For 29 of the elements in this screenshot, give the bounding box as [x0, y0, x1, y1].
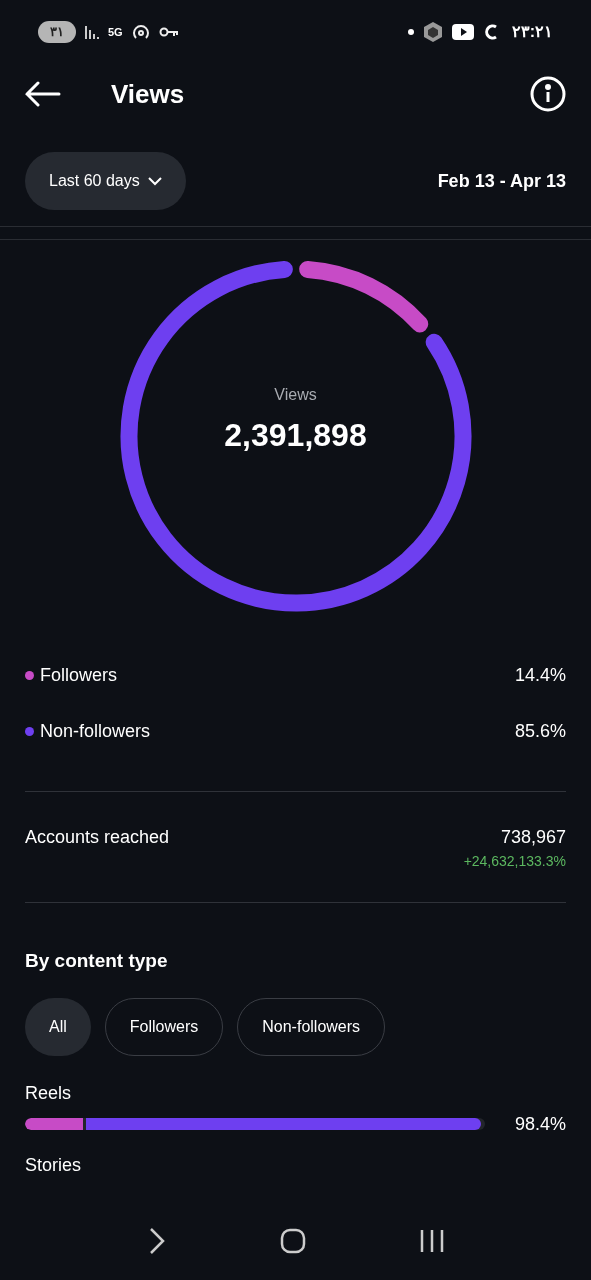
recent-apps-icon[interactable]: [418, 1229, 445, 1253]
accounts-reached-label: Accounts reached: [25, 826, 170, 849]
signal-icon: [84, 24, 100, 40]
content-type-label: Reels: [25, 1081, 73, 1105]
legend-value: 14.4%: [514, 664, 566, 687]
filter-chip[interactable]: All: [25, 997, 91, 1056]
views-label: Views: [274, 385, 317, 405]
date-range: Feb 13 - Apr 13: [437, 169, 566, 193]
views-total: 2,391,898: [224, 416, 367, 455]
content-type-value: 98.4%: [514, 1112, 566, 1136]
clock: ۲۳:۲۱: [511, 22, 553, 42]
chevron-down-icon: [147, 176, 162, 186]
section-title: By content type: [24, 949, 169, 973]
back-arrow-icon[interactable]: [25, 81, 61, 107]
info-icon[interactable]: [530, 76, 566, 112]
date-range-dropdown[interactable]: Last 60 days: [25, 152, 186, 210]
key-icon: [158, 26, 179, 38]
accounts-reached-change: +24,632,133.3%: [463, 852, 566, 871]
legend-label: Non-followers: [40, 720, 151, 743]
accounts-reached-value: 738,967: [500, 826, 566, 849]
legend-label: Followers: [40, 664, 118, 687]
hexagon-icon: [421, 21, 444, 43]
page-title: Views: [111, 77, 185, 111]
content-type-label: Stories: [25, 1153, 83, 1177]
network-label: 5G: [108, 26, 123, 38]
legend-value: 85.6%: [514, 720, 566, 743]
battery-indicator: ۳۱: [38, 21, 76, 43]
youtube-icon: [451, 24, 474, 40]
home-nav-icon[interactable]: [279, 1228, 306, 1254]
